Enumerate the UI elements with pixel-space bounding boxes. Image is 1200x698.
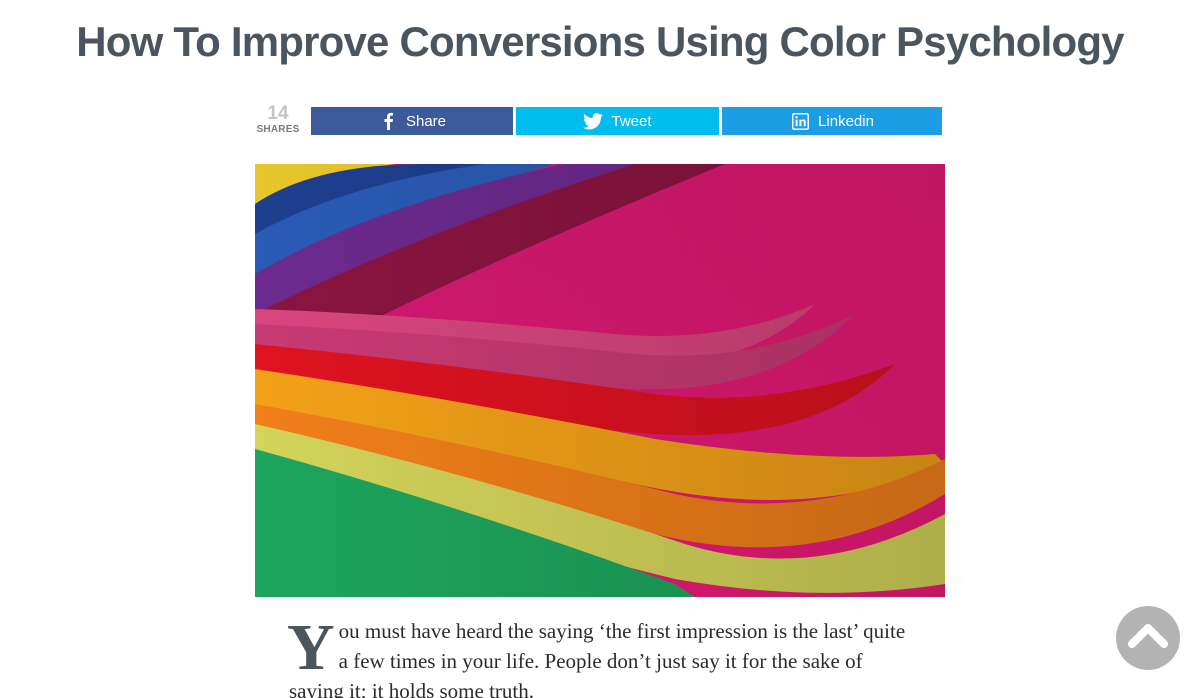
facebook-share-button[interactable]: Share [311,107,513,135]
share-count-number: 14 [267,103,289,124]
twitter-icon [583,111,604,131]
article-first-paragraph: ou must have heard the saying ‘the first… [289,619,906,698]
linkedin-share-label: Linkedin [818,112,874,130]
share-bar: 14 SHARES Share Tweet Linkedin [254,104,944,136]
drop-cap: Y [287,611,335,684]
linkedin-icon [790,111,810,131]
twitter-share-button[interactable]: Tweet [516,107,719,135]
chevron-up-icon [1128,622,1168,655]
article-body: Y ou must have heard the saying ‘the fir… [287,611,909,698]
colorful-paper-fan-image [255,164,945,597]
linkedin-share-button[interactable]: Linkedin [722,107,942,135]
twitter-share-label: Tweet [611,112,652,130]
article-title: How To Improve Conversions Using Color P… [76,18,1124,65]
facebook-icon [378,111,398,131]
facebook-share-label: Share [405,112,447,130]
hero-image [255,164,945,597]
scroll-to-top-button[interactable] [1116,606,1180,670]
share-count: 14 SHARES [254,104,302,136]
share-count-label: SHARES [256,124,300,135]
